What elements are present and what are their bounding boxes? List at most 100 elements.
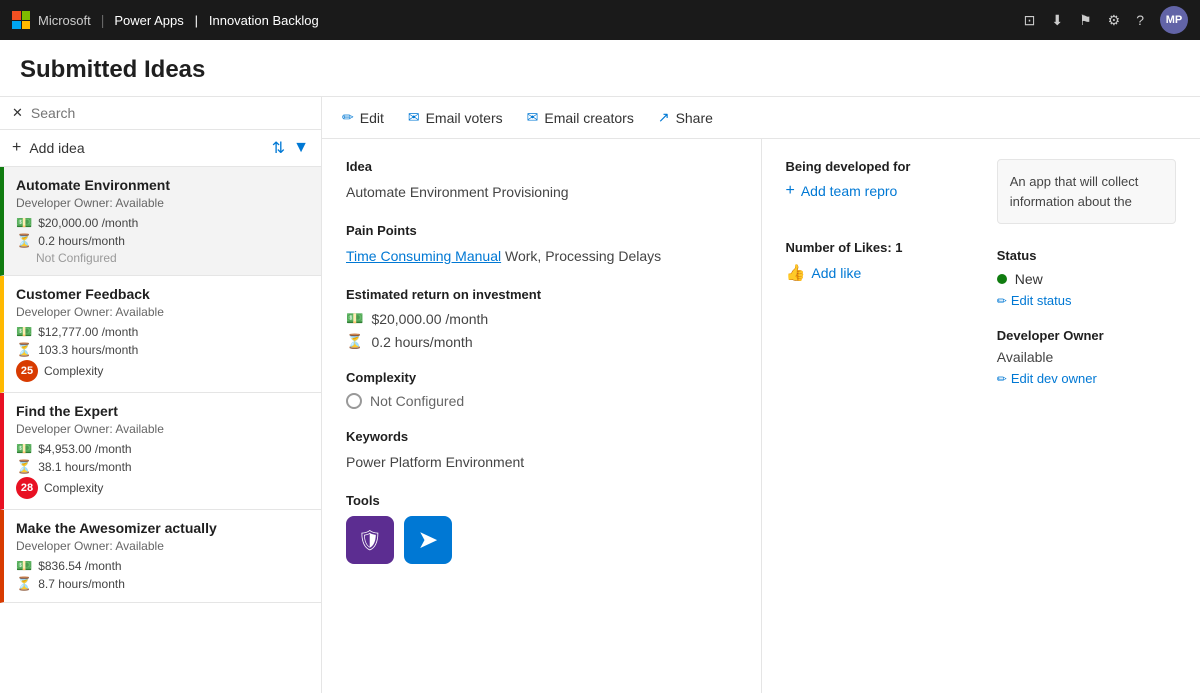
cost-icon-2: 💵 [16, 441, 32, 457]
status-label: Status [997, 248, 1176, 263]
tool-shield-icon: 🛡 [346, 516, 394, 564]
complexity-label-1: Complexity [44, 364, 103, 378]
description-text: An app that will collect information abo… [1010, 174, 1139, 209]
idea-item-1[interactable]: Customer Feedback Developer Owner: Avail… [0, 276, 321, 393]
idea-item-3[interactable]: Make the Awesomizer actually Developer O… [0, 510, 321, 603]
cost-value-3: $836.54 /month [38, 559, 121, 573]
complexity-indicator: Not Configured [346, 393, 737, 409]
settings-icon[interactable]: ⚙ [1108, 12, 1121, 29]
right-columns: Being developed for + Add team repro Num… [786, 159, 1177, 386]
edit-dev-owner-label: Edit dev owner [1011, 371, 1097, 386]
being-dev-section: Being developed for + Add team repro [786, 159, 965, 200]
email-creators-button[interactable]: ✉ Email creators [527, 105, 634, 130]
complexity-label: Complexity [346, 370, 737, 385]
share-icon: ↗ [658, 109, 670, 126]
clear-search-icon[interactable]: ✕ [12, 105, 23, 121]
content-area: Idea Automate Environment Provisioning P… [322, 139, 1200, 693]
roi-cost-value: $20,000.00 /month [371, 311, 488, 327]
idea-owner-2: Developer Owner: Available [16, 422, 309, 436]
dev-owner-section: Developer Owner Available ✏ Edit dev own… [997, 328, 1176, 386]
idea-item-2[interactable]: Find the Expert Developer Owner: Availab… [0, 393, 321, 510]
dev-owner-value: Available [997, 349, 1176, 365]
tool-arrow-icon: ➤ [404, 516, 452, 564]
complexity-row-2: 28 Complexity [16, 477, 309, 499]
likes-title: Number of Likes: 1 [786, 240, 965, 255]
hours-value-0: 0.2 hours/month [38, 234, 125, 248]
right-panel: ✏ Edit ✉ Email voters ✉ Email creators ↗… [322, 97, 1200, 693]
roi-hours-row: ⏳ 0.2 hours/month [346, 333, 737, 350]
idea-title-2: Find the Expert [16, 403, 309, 419]
nav-logo: Microsoft | Power Apps | Innovation Back… [12, 11, 319, 29]
idea-title-1: Customer Feedback [16, 286, 309, 302]
pain-points-rest: Work, Processing Delays [505, 248, 661, 264]
email-creators-icon: ✉ [527, 109, 539, 126]
hours-row-0: ⏳ 0.2 hours/month [16, 233, 309, 249]
top-nav: Microsoft | Power Apps | Innovation Back… [0, 0, 1200, 40]
add-like-row[interactable]: 👍 Add like [786, 263, 965, 283]
complexity-badge-1: 25 [16, 360, 38, 382]
add-team-repro-label: Add team repro [801, 183, 898, 199]
cost-row-3: 💵 $836.54 /month [16, 558, 309, 574]
description-box: An app that will collect information abo… [997, 159, 1176, 224]
edit-status-pencil-icon: ✏ [997, 294, 1007, 308]
add-team-repro-row[interactable]: + Add team repro [786, 182, 965, 200]
filter-icon[interactable]: ▼ [293, 139, 309, 157]
avatar[interactable]: MP [1160, 6, 1188, 34]
hours-icon-2: ⏳ [16, 459, 32, 475]
hours-row-2: ⏳ 38.1 hours/month [16, 459, 309, 475]
keywords-label: Keywords [346, 429, 737, 444]
cost-row-1: 💵 $12,777.00 /month [16, 324, 309, 340]
edit-dev-owner-link[interactable]: ✏ Edit dev owner [997, 371, 1176, 386]
add-idea-plus-icon[interactable]: + [12, 139, 21, 157]
search-input[interactable] [31, 105, 309, 121]
left-panel: ✕ + Add idea ⇅ ▼ Automate Environment De… [0, 97, 322, 693]
hours-value-2: 38.1 hours/month [38, 460, 131, 474]
idea-title-0: Automate Environment [16, 177, 309, 193]
idea-meta-3: 💵 $836.54 /month ⏳ 8.7 hours/month [16, 558, 309, 592]
hours-row-1: ⏳ 103.3 hours/month [16, 342, 309, 358]
roi-cost-row: 💵 $20,000.00 /month [346, 310, 737, 327]
add-idea-bar: + Add idea ⇅ ▼ [0, 130, 321, 167]
help-icon[interactable]: ? [1136, 12, 1144, 28]
idea-label: Idea [346, 159, 737, 174]
idea-item-0[interactable]: Automate Environment Developer Owner: Av… [0, 167, 321, 276]
window-icon[interactable]: ⊡ [1024, 12, 1036, 29]
edit-status-label: Edit status [1011, 293, 1072, 308]
content-right: Being developed for + Add team repro Num… [762, 139, 1200, 693]
idea-owner-1: Developer Owner: Available [16, 305, 309, 319]
hours-value-3: 8.7 hours/month [38, 577, 125, 591]
right-col-right: An app that will collect information abo… [997, 159, 1176, 386]
roi-hours-value: 0.2 hours/month [371, 334, 472, 350]
hours-icon-0: ⏳ [16, 233, 32, 249]
flag-icon[interactable]: ⚑ [1079, 12, 1092, 29]
add-like-label: Add like [811, 265, 861, 281]
cost-value-0: $20,000.00 /month [38, 216, 138, 230]
idea-owner-0: Developer Owner: Available [16, 196, 309, 210]
email-voters-button[interactable]: ✉ Email voters [408, 105, 503, 130]
email-voters-icon: ✉ [408, 109, 420, 126]
add-idea-label[interactable]: Add idea [29, 140, 263, 156]
cost-row-0: 💵 $20,000.00 /month [16, 215, 309, 231]
idea-title-3: Make the Awesomizer actually [16, 520, 309, 536]
ideas-list: Automate Environment Developer Owner: Av… [0, 167, 321, 693]
complexity-not-configured: Not Configured [370, 393, 464, 409]
pain-points-value: Time Consuming Manual Work, Processing D… [346, 246, 737, 267]
content-left: Idea Automate Environment Provisioning P… [322, 139, 762, 693]
share-button[interactable]: ↗ Share [658, 105, 713, 130]
complexity-section: Not Configured [346, 393, 737, 409]
sort-icon[interactable]: ⇅ [272, 138, 285, 158]
cost-icon-0: 💵 [16, 215, 32, 231]
edit-button[interactable]: ✏ Edit [342, 105, 384, 130]
search-bar: ✕ [0, 97, 321, 130]
complexity-badge-2: 28 [16, 477, 38, 499]
download-icon[interactable]: ⬇ [1051, 12, 1063, 29]
edit-status-link[interactable]: ✏ Edit status [997, 293, 1176, 308]
toolbar: ✏ Edit ✉ Email voters ✉ Email creators ↗… [322, 97, 1200, 139]
tool-icons: 🛡 ➤ [346, 516, 737, 564]
thumb-up-icon: 👍 [786, 263, 806, 283]
nav-app: Power Apps | Innovation Backlog [114, 13, 318, 28]
complexity-row-0: Not Configured [16, 251, 309, 265]
keywords-value: Power Platform Environment [346, 452, 737, 473]
page-title-bar: Submitted Ideas [0, 40, 1200, 97]
idea-meta-0: 💵 $20,000.00 /month ⏳ 0.2 hours/month No… [16, 215, 309, 265]
